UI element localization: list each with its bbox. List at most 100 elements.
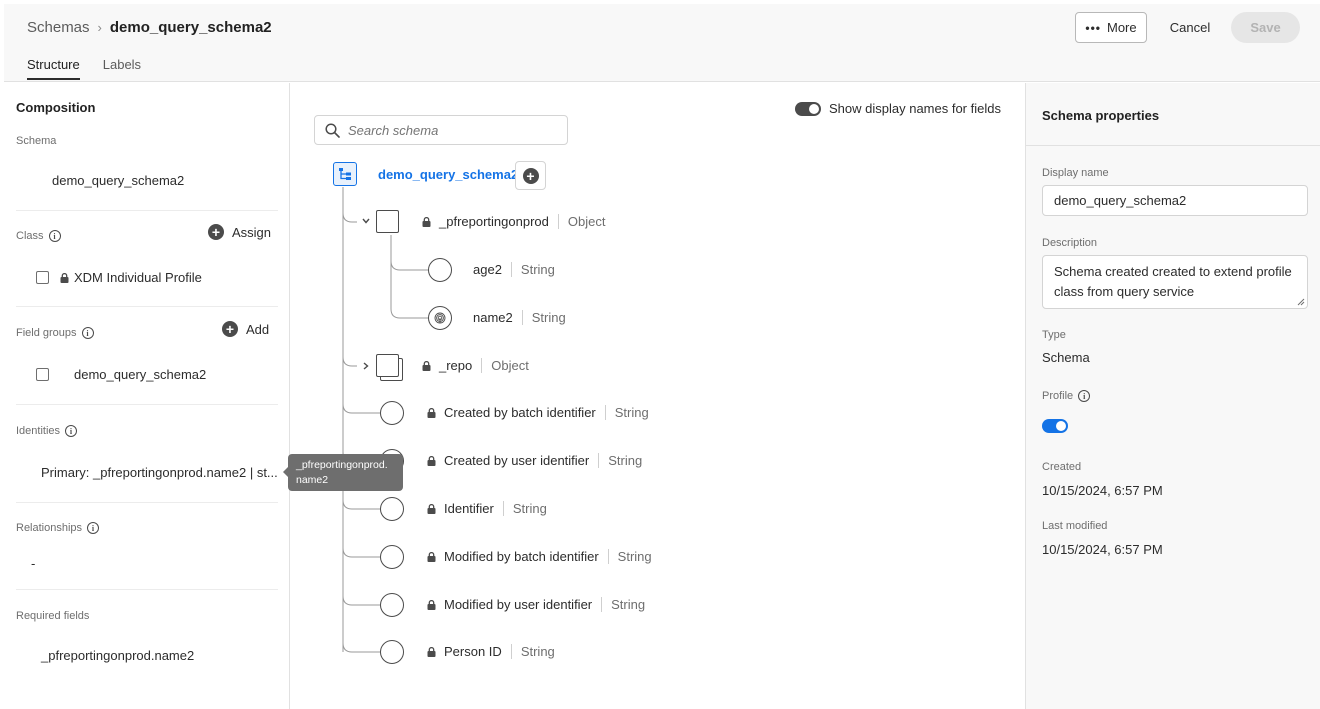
tree-node[interactable]: Identifier String [427, 501, 547, 516]
field-group-item[interactable]: demo_query_schema2 [74, 367, 206, 382]
assign-class-button[interactable]: + Assign [208, 224, 271, 240]
identity-tooltip: _pfreportingonprod. name2 [283, 454, 403, 491]
field-node-icon[interactable] [380, 640, 404, 664]
node-type: String [607, 549, 652, 564]
object-node-icon[interactable] [376, 210, 399, 233]
node-type: String [521, 310, 566, 325]
identities-label: Identities i [16, 425, 78, 437]
node-name: Modified by user identifier [444, 597, 593, 612]
chevron-right-icon[interactable] [361, 361, 371, 371]
tree-node[interactable]: _pfreportingonprod Object [422, 214, 605, 229]
field-node-icon[interactable] [380, 545, 404, 569]
profile-toggle[interactable] [1042, 419, 1068, 433]
node-name: age2 [473, 262, 502, 277]
schema-root-icon[interactable] [333, 162, 357, 186]
node-name: Modified by batch identifier [444, 549, 599, 564]
more-dots-icon: ••• [1085, 20, 1101, 35]
breadcrumb-schemas-link[interactable]: Schemas [27, 19, 90, 36]
lock-icon [427, 407, 436, 418]
field-node-icon[interactable] [380, 401, 404, 425]
tree-node[interactable]: _repo Object [422, 358, 529, 373]
more-button-label: More [1106, 20, 1137, 35]
class-item-label: XDM Individual Profile [74, 270, 202, 285]
tab-labels[interactable]: Labels [103, 57, 141, 80]
created-label: Created [1042, 461, 1082, 473]
fingerprint-icon [434, 312, 446, 324]
required-field-item[interactable]: _pfreportingonprod.name2 [41, 648, 194, 663]
object-node-icon[interactable] [376, 354, 399, 377]
tree-node[interactable]: age2 String [473, 262, 555, 277]
add-circle-icon: + [522, 167, 539, 184]
tree-node[interactable]: Modified by user identifier String [427, 597, 645, 612]
tree-node[interactable]: Created by batch identifier String [427, 405, 649, 420]
created-value: 10/15/2024, 6:57 PM [1042, 483, 1163, 498]
class-label-text: Class [16, 230, 44, 242]
node-type: String [502, 501, 547, 516]
profile-label-text: Profile [1042, 390, 1074, 402]
class-label: Class i [16, 230, 61, 242]
display-name-input[interactable] [1042, 185, 1308, 216]
profile-label: Profile i [1042, 390, 1091, 402]
lock-icon [427, 551, 436, 562]
tab-bar: Structure Labels [27, 57, 141, 80]
lock-icon [427, 599, 436, 610]
schema-label: Schema [16, 135, 56, 147]
node-type: String [598, 453, 642, 468]
schema-properties-panel: Schema properties Display name Descripti… [1025, 83, 1320, 709]
info-icon[interactable]: i [87, 522, 100, 534]
type-value: Schema [1042, 350, 1090, 365]
schema-root-name[interactable]: demo_query_schema2 [378, 167, 518, 182]
schema-icon [339, 168, 351, 180]
resize-handle-icon[interactable] [1297, 298, 1305, 306]
tree-node[interactable]: name2 String [473, 310, 566, 325]
lock-icon [422, 360, 431, 371]
page-title: demo_query_schema2 [109, 19, 272, 36]
add-field-group-button[interactable]: + Add [222, 321, 269, 337]
node-name: Person ID [444, 644, 502, 659]
breadcrumb: Schemas › demo_query_schema2 [27, 19, 272, 36]
info-icon[interactable]: i [81, 327, 94, 339]
node-name: Identifier [444, 501, 494, 516]
tree-node[interactable]: Person ID String [427, 644, 555, 659]
add-field-button[interactable]: + [515, 161, 546, 190]
required-fields-label-text: Required fields [16, 610, 90, 622]
tab-structure[interactable]: Structure [27, 57, 80, 80]
relationships-label: Relationships i [16, 522, 100, 534]
tree-node[interactable]: Modified by batch identifier String [427, 549, 652, 564]
lock-icon [427, 503, 436, 514]
chevron-down-icon[interactable] [361, 216, 371, 226]
field-node-icon[interactable] [428, 258, 452, 282]
node-name: _repo [439, 358, 473, 373]
node-type: String [604, 405, 649, 420]
last-modified-value: 10/15/2024, 6:57 PM [1042, 542, 1163, 557]
node-name: Created by user identifier [444, 453, 590, 468]
divider [16, 210, 278, 211]
lock-icon [427, 455, 436, 466]
info-icon[interactable]: i [1078, 390, 1091, 402]
class-item[interactable]: XDM Individual Profile [60, 270, 202, 285]
node-name: name2 [473, 310, 513, 325]
divider [1026, 145, 1320, 146]
tree-node[interactable]: Created by user identifier String [427, 453, 642, 468]
info-icon[interactable]: i [65, 425, 78, 437]
schema-value[interactable]: demo_query_schema2 [52, 173, 184, 188]
field-group-checkbox[interactable] [36, 368, 49, 381]
lock-icon [422, 216, 431, 227]
save-button[interactable]: Save [1231, 12, 1300, 43]
field-node-icon[interactable] [380, 497, 404, 521]
field-node-icon[interactable] [380, 593, 404, 617]
node-type: String [510, 644, 555, 659]
description-textarea[interactable]: Schema created created to extend profile… [1042, 255, 1308, 309]
more-button[interactable]: ••• More [1075, 12, 1147, 43]
class-checkbox[interactable] [36, 271, 49, 284]
identity-item[interactable]: Primary: _pfreportingonprod.name2 | st..… [41, 465, 278, 480]
divider [16, 589, 278, 590]
info-icon[interactable]: i [48, 230, 61, 242]
add-circle-icon: + [222, 321, 238, 337]
node-type: Object [557, 214, 605, 229]
composition-title: Composition [16, 100, 96, 115]
tooltip-line: name2 [296, 474, 329, 486]
cancel-button[interactable]: Cancel [1164, 12, 1216, 43]
identity-field-node-icon[interactable] [428, 306, 452, 330]
divider [16, 306, 278, 307]
